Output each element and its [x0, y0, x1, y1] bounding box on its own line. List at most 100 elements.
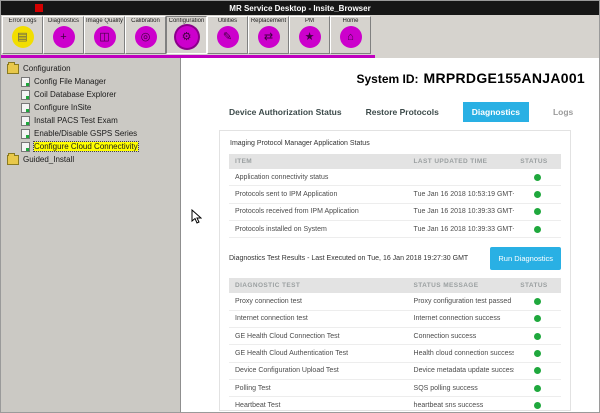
cell-message: Internet connection success	[408, 310, 515, 327]
run-diagnostics-button[interactable]: Run Diagnostics	[490, 247, 561, 270]
tab-logs[interactable]: Logs	[553, 102, 573, 122]
toolbar-icon-glyph: ◎	[141, 32, 151, 43]
toolbar-button-label: Image Quality	[86, 18, 123, 24]
tab-label: Diagnostics	[472, 107, 520, 117]
cell-item: Application connectivity status	[229, 169, 408, 186]
toolbar-button-label: Error Logs	[8, 18, 36, 24]
status-dot	[534, 191, 541, 198]
toolbar-button-icon: +	[53, 26, 75, 48]
column-header-status: STATUS	[514, 154, 561, 169]
toolbar-button-configuration[interactable]: Configuration ⚙	[166, 16, 207, 54]
toolbar-button-replacement[interactable]: Replacement ⇄	[248, 16, 289, 54]
cell-item: Protocols installed on System	[229, 221, 408, 238]
section-title: Imaging Protocol Manager Application Sta…	[230, 140, 561, 147]
window-titlebar[interactable]: MR Service Desktop - Insite_Browser	[1, 1, 599, 15]
table-row: Polling Test SQS polling success	[229, 380, 561, 397]
toolbar-button-label: Configuration	[169, 18, 205, 24]
tree-node-label: Configuration	[23, 64, 71, 73]
cell-status	[514, 380, 561, 397]
toolbar-button-home[interactable]: Home ⌂	[330, 16, 371, 54]
system-id-value: MRPRDGE155ANJA001	[424, 70, 586, 86]
tab-label: Restore Protocols	[366, 107, 439, 117]
tree-children: Config File Manager Coil Database Explor…	[3, 75, 178, 153]
table-row: Internet connection test Internet connec…	[229, 310, 561, 327]
table-row: Proxy connection test Proxy configuratio…	[229, 293, 561, 310]
tree-item-label: Enable/Disable GSPS Series	[34, 129, 137, 138]
cell-status	[514, 169, 561, 186]
status-dot	[534, 333, 541, 340]
toolbar-icon-glyph: +	[60, 32, 66, 43]
tree-item-configure-insite[interactable]: Configure InSite	[3, 101, 178, 114]
diagnostic-tests-table-body: Proxy connection test Proxy configuratio…	[229, 293, 561, 412]
toolbar-icon-glyph: ★	[305, 32, 315, 43]
table-row: Protocols installed on System Tue Jan 16…	[229, 221, 561, 238]
cell-status	[514, 293, 561, 310]
status-dot	[534, 367, 541, 374]
sidebar: Configuration Config File Manager Coil D…	[1, 58, 181, 412]
toolbar-icon-glyph: ⌂	[347, 32, 354, 43]
cell-test: Internet connection test	[229, 310, 408, 327]
status-dot	[534, 174, 541, 181]
toolbar-icon-glyph: ⇄	[264, 32, 273, 43]
toolbar-button-error-logs[interactable]: Error Logs ▤	[2, 16, 43, 54]
page-icon	[21, 103, 30, 113]
status-dot	[534, 350, 541, 357]
toolbar-button-diagnostics[interactable]: Diagnostics +	[43, 16, 84, 54]
toolbar-button-image-quality[interactable]: Image Quality ◫	[84, 16, 125, 54]
table-header-row: ITEM LAST UPDATED TIME STATUS	[229, 154, 561, 169]
cell-test: Device Configuration Upload Test	[229, 362, 408, 379]
tree-item-coil-database-explorer[interactable]: Coil Database Explorer	[3, 88, 178, 101]
cell-status	[514, 345, 561, 362]
diagnostics-bar: Diagnostics Test Results - Last Executed…	[229, 247, 561, 270]
table-row: Application connectivity status	[229, 169, 561, 186]
tree-item-label: Install PACS Test Exam	[34, 116, 118, 125]
tab-restore-protocols[interactable]: Restore Protocols	[366, 102, 439, 122]
cell-test: GE Health Cloud Connection Test	[229, 328, 408, 345]
toolbar-icon-glyph: ⚙	[182, 32, 192, 43]
cell-status	[514, 362, 561, 379]
tree-node-configuration[interactable]: Configuration	[3, 62, 178, 75]
tree-item-label: Configure Cloud Connectivity	[34, 142, 138, 151]
column-header-time: LAST UPDATED TIME	[408, 154, 515, 169]
tree-item-enable-disable-gsps-series[interactable]: Enable/Disable GSPS Series	[3, 127, 178, 140]
page-icon	[21, 90, 30, 100]
toolbar-button-icon: ◎	[135, 26, 157, 48]
cell-time: Tue Jan 16 2018 10:39:33 GMT+0000 (UTC)	[408, 221, 515, 238]
toolbar-button-label: Replacement	[251, 18, 286, 24]
window-app-icon[interactable]	[35, 4, 43, 12]
toolbar-button-icon: ▤	[12, 26, 34, 48]
tree-item-configure-cloud-connectivity[interactable]: Configure Cloud Connectivity	[3, 140, 178, 153]
cell-status	[514, 328, 561, 345]
toolbar-button-icon: ✎	[217, 26, 239, 48]
tab-device-authorization-status[interactable]: Device Authorization Status	[229, 102, 342, 122]
diagnostics-summary: Diagnostics Test Results - Last Executed…	[229, 255, 468, 262]
toolbar-button-icon: ⌂	[340, 26, 362, 48]
cell-time: Tue Jan 16 2018 10:53:19 GMT+0000 (UTC)	[408, 186, 515, 203]
folder-icon	[7, 155, 19, 165]
toolbar-button-calibration[interactable]: Calibration ◎	[125, 16, 166, 54]
column-header-item: ITEM	[229, 154, 408, 169]
tab-label: Device Authorization Status	[229, 107, 342, 117]
main-content: System ID: MRPRDGE155ANJA001 Device Autho…	[181, 58, 599, 412]
cell-message: SQS polling success	[408, 380, 515, 397]
table-row: Protocols received from IPM Application …	[229, 203, 561, 220]
tree-item-install-pacs-test-exam[interactable]: Install PACS Test Exam	[3, 114, 178, 127]
toolbar-button-pm[interactable]: PM ★	[289, 16, 330, 54]
tree-node-guided-install[interactable]: Guided_Install	[3, 153, 178, 166]
status-dot	[534, 402, 541, 409]
toolbar-button-label: Calibration	[131, 18, 160, 24]
tree-item-label: Configure InSite	[34, 103, 91, 112]
cell-item: Protocols received from IPM Application	[229, 203, 408, 220]
tree-item-config-file-manager[interactable]: Config File Manager	[3, 75, 178, 88]
toolbar-icon-glyph: ▤	[17, 32, 27, 43]
status-dot	[534, 315, 541, 322]
cell-message: Device metadata update success	[408, 362, 515, 379]
system-id-label: System ID:	[356, 72, 418, 86]
tab-diagnostics[interactable]: Diagnostics	[463, 102, 529, 122]
table-header-row: DIAGNOSTIC TEST STATUS MESSAGE STATUS	[229, 278, 561, 293]
status-dot	[534, 385, 541, 392]
cell-status	[514, 310, 561, 327]
cell-status	[514, 221, 561, 238]
toolbar-button-utilities[interactable]: Utilities ✎	[207, 16, 248, 54]
sidebar-tree: Configuration Config File Manager Coil D…	[3, 62, 178, 166]
